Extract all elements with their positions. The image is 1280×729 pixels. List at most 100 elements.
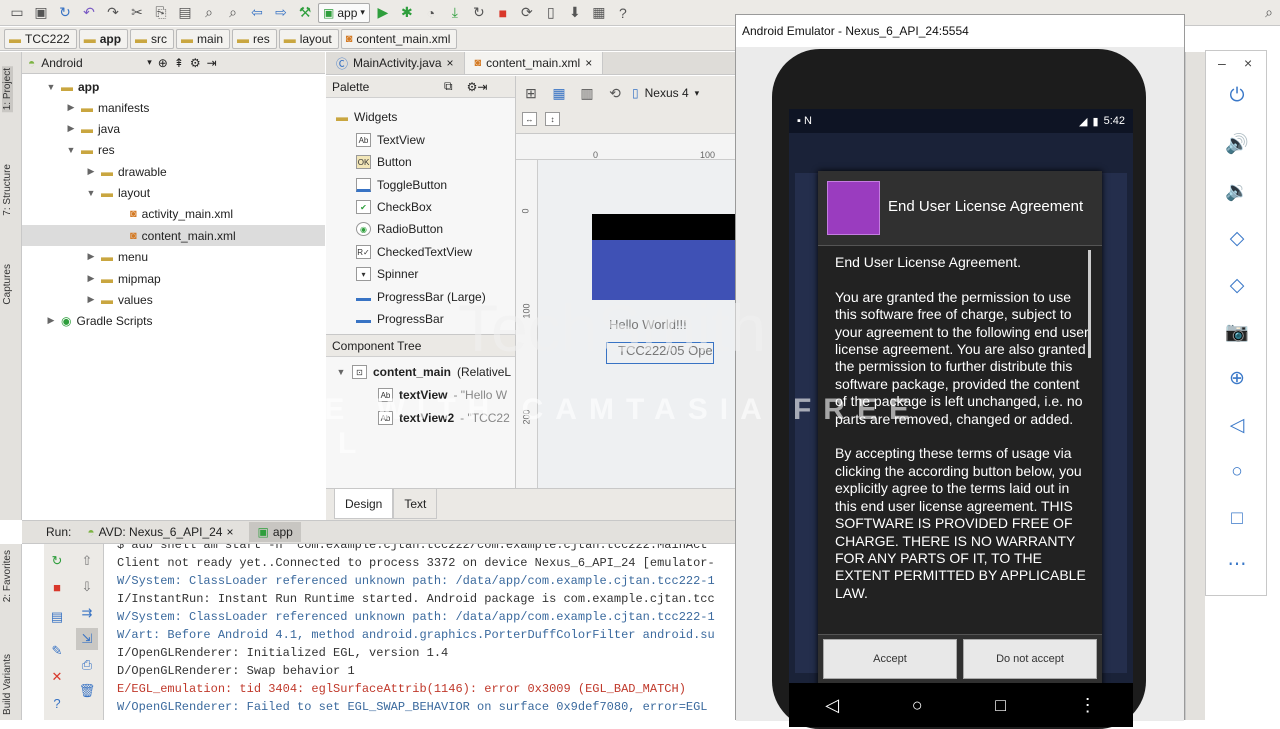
attach-debugger-icon[interactable]: ⤓ (444, 2, 466, 24)
hide-panel-icon[interactable]: ⇥ (477, 80, 487, 94)
palette-item-checkedtextview[interactable]: R✓ CheckedTextView (356, 241, 472, 263)
run-tab-avd[interactable]: ◓ AVD: Nexus_6_API_24 × (79, 522, 241, 542)
open-folder-icon[interactable]: ▭ (6, 2, 28, 24)
hide-panel-icon[interactable]: ⇥ (207, 56, 217, 70)
expand-arrow-icon[interactable]: ▶ (86, 166, 96, 177)
make-project-icon[interactable]: ⚒ (294, 2, 316, 24)
accept-button[interactable]: Accept (823, 639, 957, 679)
sync-icon[interactable]: ↻ (54, 2, 76, 24)
run-config-select[interactable]: ▣ app ▾ (318, 2, 370, 23)
tree-item-menu[interactable]: ▶ ▬ menu (86, 246, 149, 267)
device-select[interactable]: Nexus 4 (645, 86, 689, 100)
favorites-tool-tab[interactable]: 2: Favorites (2, 550, 13, 602)
scroll-to-end-icon[interactable]: ⇲ (76, 628, 98, 650)
expand-arrow-icon[interactable]: ▶ (86, 273, 96, 284)
expand-arrow-icon[interactable]: ▶ (66, 102, 76, 113)
expand-arrow-icon[interactable]: ▶ (86, 251, 96, 262)
profile-icon[interactable]: ◔ (420, 2, 442, 24)
print-icon[interactable]: ⎙ (76, 654, 98, 676)
rotate-icon[interactable]: ⟲ (604, 82, 626, 104)
tree-item-drawable[interactable]: ▶ ▬ drawable (86, 161, 167, 182)
overview-icon[interactable]: □ (1224, 506, 1250, 532)
breadcrumb-item-module[interactable]: ▬ app (78, 28, 129, 49)
scrollbar-thumb[interactable] (1088, 250, 1091, 358)
expand-arrow-icon[interactable]: ▼ (66, 145, 76, 155)
project-view-select[interactable]: Android (41, 56, 141, 70)
overflow-icon[interactable]: ⋮ (1079, 695, 1097, 716)
close-icon[interactable]: × (226, 525, 233, 539)
tree-item-activity-main-xml[interactable]: ◙ activity_main.xml (130, 203, 233, 224)
expand-arrow-icon[interactable]: ▶ (86, 294, 96, 305)
stop-icon[interactable]: ■ (46, 576, 68, 598)
search-everywhere-icon[interactable]: ⌕ (1258, 2, 1280, 24)
forward-icon[interactable]: ⇨ (270, 2, 292, 24)
tab-design[interactable]: Design (334, 489, 394, 519)
run-icon[interactable]: ▶ (372, 2, 394, 24)
chevron-down-icon[interactable]: ▾ (147, 57, 152, 68)
breadcrumb-item-res[interactable]: ▬ res (232, 28, 277, 49)
breadcrumb-item-src[interactable]: ▬ src (130, 28, 175, 49)
clear-all-icon[interactable]: 🗑 (76, 680, 98, 702)
layout-icon[interactable]: ⧉ (444, 79, 453, 94)
close-icon[interactable]: ✕ (46, 666, 68, 688)
save-icon[interactable]: ▣ (30, 2, 52, 24)
expand-vertical-icon[interactable]: ↕ (545, 112, 560, 126)
help-icon[interactable]: ? (46, 692, 68, 714)
expand-arrow-icon[interactable]: ▶ (46, 315, 56, 326)
palette-item-textview[interactable]: Ab TextView (356, 129, 425, 151)
design-view-icon[interactable]: ⊞ (520, 82, 542, 104)
back-icon[interactable]: ◁ (825, 695, 839, 716)
tab-mainactivity-java[interactable]: Ⓒ MainActivity.java × (326, 52, 465, 74)
power-icon[interactable]: ⏻ (1224, 83, 1250, 109)
breadcrumb-item-project[interactable]: ▬ TCC222 (4, 28, 77, 49)
settings-gear-icon[interactable]: ⚙ (190, 56, 201, 70)
recents-icon[interactable]: □ (995, 695, 1006, 716)
back-icon[interactable]: ◁ (1224, 412, 1250, 438)
expand-arrow-icon[interactable]: ▼ (336, 367, 346, 377)
dialog-content[interactable]: End User License Agreement. You are gran… (818, 245, 1102, 635)
help-icon[interactable]: ? (612, 2, 634, 24)
rotate-left-icon[interactable]: ◇ (1224, 225, 1250, 251)
captures-tool-tab[interactable]: Captures (2, 264, 13, 305)
palette-item-togglebutton[interactable]: ToggleButton (356, 174, 447, 196)
run-tab-app[interactable]: ▣ app (249, 522, 301, 542)
palette-item-radiobutton[interactable]: ◉ RadioButton (356, 218, 443, 240)
tree-item-layout[interactable]: ▼ ▬ layout (86, 182, 151, 203)
rerun-icon[interactable]: ↻ (46, 550, 68, 572)
redo-icon[interactable]: ↷ (102, 2, 124, 24)
debug-icon[interactable]: ✱ (396, 2, 418, 24)
tree-item-java[interactable]: ▶ ▬ java (66, 118, 120, 139)
palette-item-button[interactable]: OK Button (356, 151, 412, 173)
breadcrumb-item-file[interactable]: ◙ content_main.xml (340, 28, 458, 49)
more-icon[interactable]: ⋯ (1224, 551, 1250, 577)
volume-down-icon[interactable]: 🔉 (1224, 178, 1250, 204)
collapse-all-icon[interactable]: ⇞ (174, 56, 184, 70)
tab-content-main-xml[interactable]: ◙ content_main.xml × (464, 52, 604, 74)
expand-arrow-icon[interactable]: ▼ (86, 188, 96, 198)
do-not-accept-button[interactable]: Do not accept (963, 639, 1097, 679)
scroll-down-icon[interactable]: ⇩ (76, 576, 98, 598)
breadcrumb-item-main[interactable]: ▬ main (176, 28, 231, 49)
apply-changes-icon[interactable]: ↻ (468, 2, 490, 24)
palette-item-checkbox[interactable]: ✔ CheckBox (356, 196, 432, 218)
structure-tool-tab[interactable]: 7: Structure (2, 164, 13, 216)
home-icon[interactable]: ○ (912, 695, 923, 716)
orientation-icon[interactable]: ▥ (576, 82, 598, 104)
build-variants-tool-tab[interactable]: Build Variants (2, 654, 13, 715)
zoom-icon[interactable]: ⊕ (1224, 365, 1250, 391)
sdk-manager-icon[interactable]: ⬇ (564, 2, 586, 24)
palette-group-widgets[interactable]: ▬ Widgets (336, 106, 397, 128)
rotate-right-icon[interactable]: ◇ (1224, 272, 1250, 298)
settings-gear-icon[interactable]: ⚙ (467, 80, 478, 94)
cut-icon[interactable]: ✂ (126, 2, 148, 24)
volume-up-icon[interactable]: 🔊 (1224, 131, 1250, 157)
gradle-sync-icon[interactable]: ⟳ (516, 2, 538, 24)
back-icon[interactable]: ⇦ (246, 2, 268, 24)
tree-item-app[interactable]: ▼ ▬ app (46, 76, 100, 97)
tree-item-res[interactable]: ▼ ▬ res (66, 139, 115, 160)
soft-wrap-icon[interactable]: ⇉ (76, 602, 98, 624)
tab-text[interactable]: Text (393, 489, 438, 519)
paste-icon[interactable]: ▤ (174, 2, 196, 24)
copy-icon[interactable]: ⎘ (150, 2, 172, 24)
palette-item-progressbar[interactable]: ProgressBar (356, 308, 444, 330)
